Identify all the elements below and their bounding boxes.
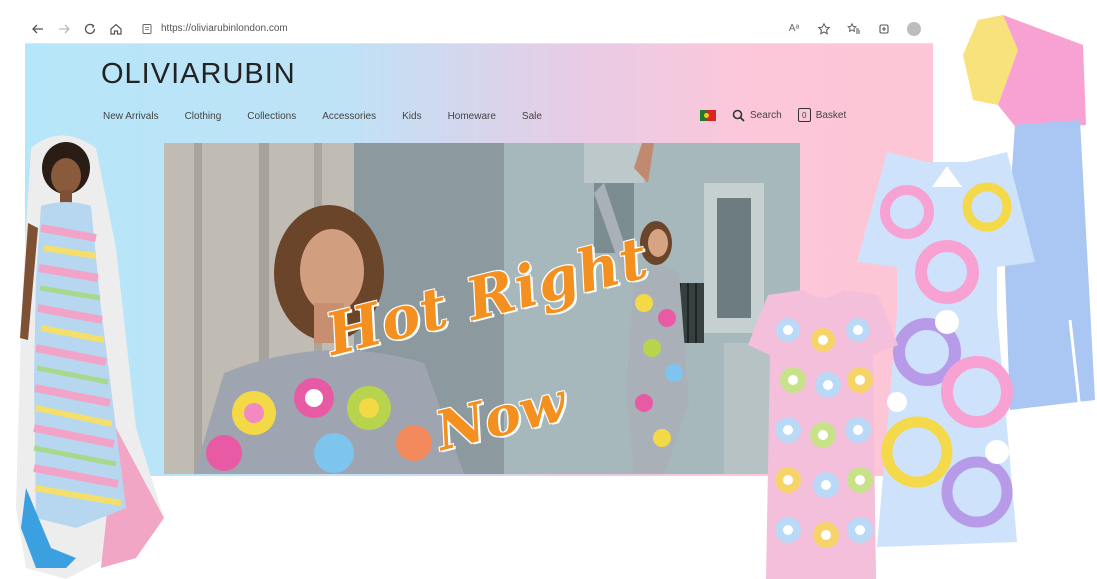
search-button[interactable]: Search xyxy=(732,109,782,122)
basket-label: Basket xyxy=(815,109,847,121)
address-bar[interactable]: https://oliviarubinlondon.com xyxy=(141,18,701,40)
refresh-icon xyxy=(84,23,96,34)
refresh-button[interactable] xyxy=(77,16,103,42)
basket-icon: 0 xyxy=(797,108,811,122)
menu-item-sale[interactable]: Sale xyxy=(522,111,542,122)
search-label: Search xyxy=(750,109,782,121)
back-button[interactable] xyxy=(25,16,51,42)
crochet-dress-illustration xyxy=(748,290,898,579)
search-icon xyxy=(732,109,745,122)
home-button[interactable] xyxy=(103,16,129,42)
hero-headline[interactable]: Hot Right Now xyxy=(319,223,659,473)
collections-button[interactable] xyxy=(871,16,897,42)
read-aloud-button[interactable]: Aᵃ xyxy=(781,16,807,42)
collections-icon xyxy=(879,23,889,34)
profile-avatar-icon xyxy=(907,21,921,36)
portugal-flag-icon[interactable] xyxy=(700,109,716,121)
home-icon xyxy=(110,23,122,35)
hero-headline-line2: Now xyxy=(429,369,573,464)
forward-arrow-icon xyxy=(59,24,70,33)
browser-tools: Aᵃ xyxy=(781,16,933,42)
main-menu: New Arrivals Clothing Collections Access… xyxy=(103,111,568,122)
profile-button[interactable] xyxy=(901,16,927,42)
favorite-star-icon xyxy=(817,22,831,35)
logo-part-olivia: OLIVIA xyxy=(101,58,201,90)
header-actions: Search 0 Basket xyxy=(700,108,846,122)
menu-item-kids[interactable]: Kids xyxy=(402,111,421,122)
forward-button[interactable] xyxy=(51,16,77,42)
browser-toolbar: https://oliviarubinlondon.com Aᵃ xyxy=(25,14,933,44)
menu-item-collections[interactable]: Collections xyxy=(247,111,296,122)
hero-banner[interactable]: Hot Right Now xyxy=(164,143,800,474)
site-info-icon[interactable] xyxy=(141,23,153,35)
crochet-mini-dress-image xyxy=(748,290,898,579)
read-aloud-icon: Aᵃ xyxy=(788,23,800,34)
basket-button[interactable]: 0 Basket xyxy=(797,108,847,122)
menu-item-new-arrivals[interactable]: New Arrivals xyxy=(103,111,159,122)
favorites-button[interactable] xyxy=(841,16,867,42)
model-dress-illustration xyxy=(16,135,164,579)
favorites-list-icon xyxy=(847,22,860,33)
menu-item-clothing[interactable]: Clothing xyxy=(185,111,222,122)
add-favorite-button[interactable] xyxy=(811,16,837,42)
menu-item-accessories[interactable]: Accessories xyxy=(322,111,376,122)
back-arrow-icon xyxy=(32,24,43,33)
model-in-printed-dress-image xyxy=(6,128,166,579)
menu-item-homeware[interactable]: Homeware xyxy=(448,111,496,122)
url-text[interactable]: https://oliviarubinlondon.com xyxy=(161,23,288,34)
site-logo[interactable]: OLIVIARUBIN xyxy=(101,58,296,91)
logo-part-rubin: RUBIN xyxy=(200,58,296,90)
